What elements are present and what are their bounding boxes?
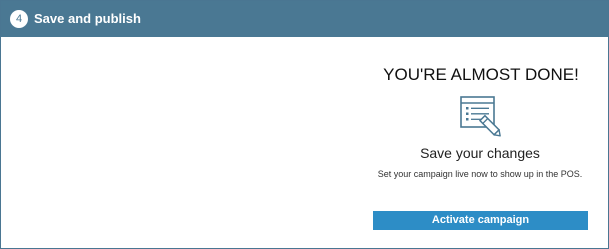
panel-title: Save and publish [34, 11, 141, 26]
campaign-live-description: Set your campaign live now to show up in… [377, 169, 583, 179]
save-and-publish-panel: 4 Save and publish YOU'RE ALMOST DONE! S… [0, 0, 609, 249]
almost-done-headline: YOU'RE ALMOST DONE! [383, 65, 579, 84]
step-number-badge: 4 [10, 10, 28, 28]
activate-campaign-button[interactable]: Activate campaign [373, 211, 588, 230]
save-changes-heading: Save your changes [420, 145, 540, 161]
panel-header: 4 Save and publish [1, 1, 608, 37]
document-edit-icon [459, 94, 503, 138]
